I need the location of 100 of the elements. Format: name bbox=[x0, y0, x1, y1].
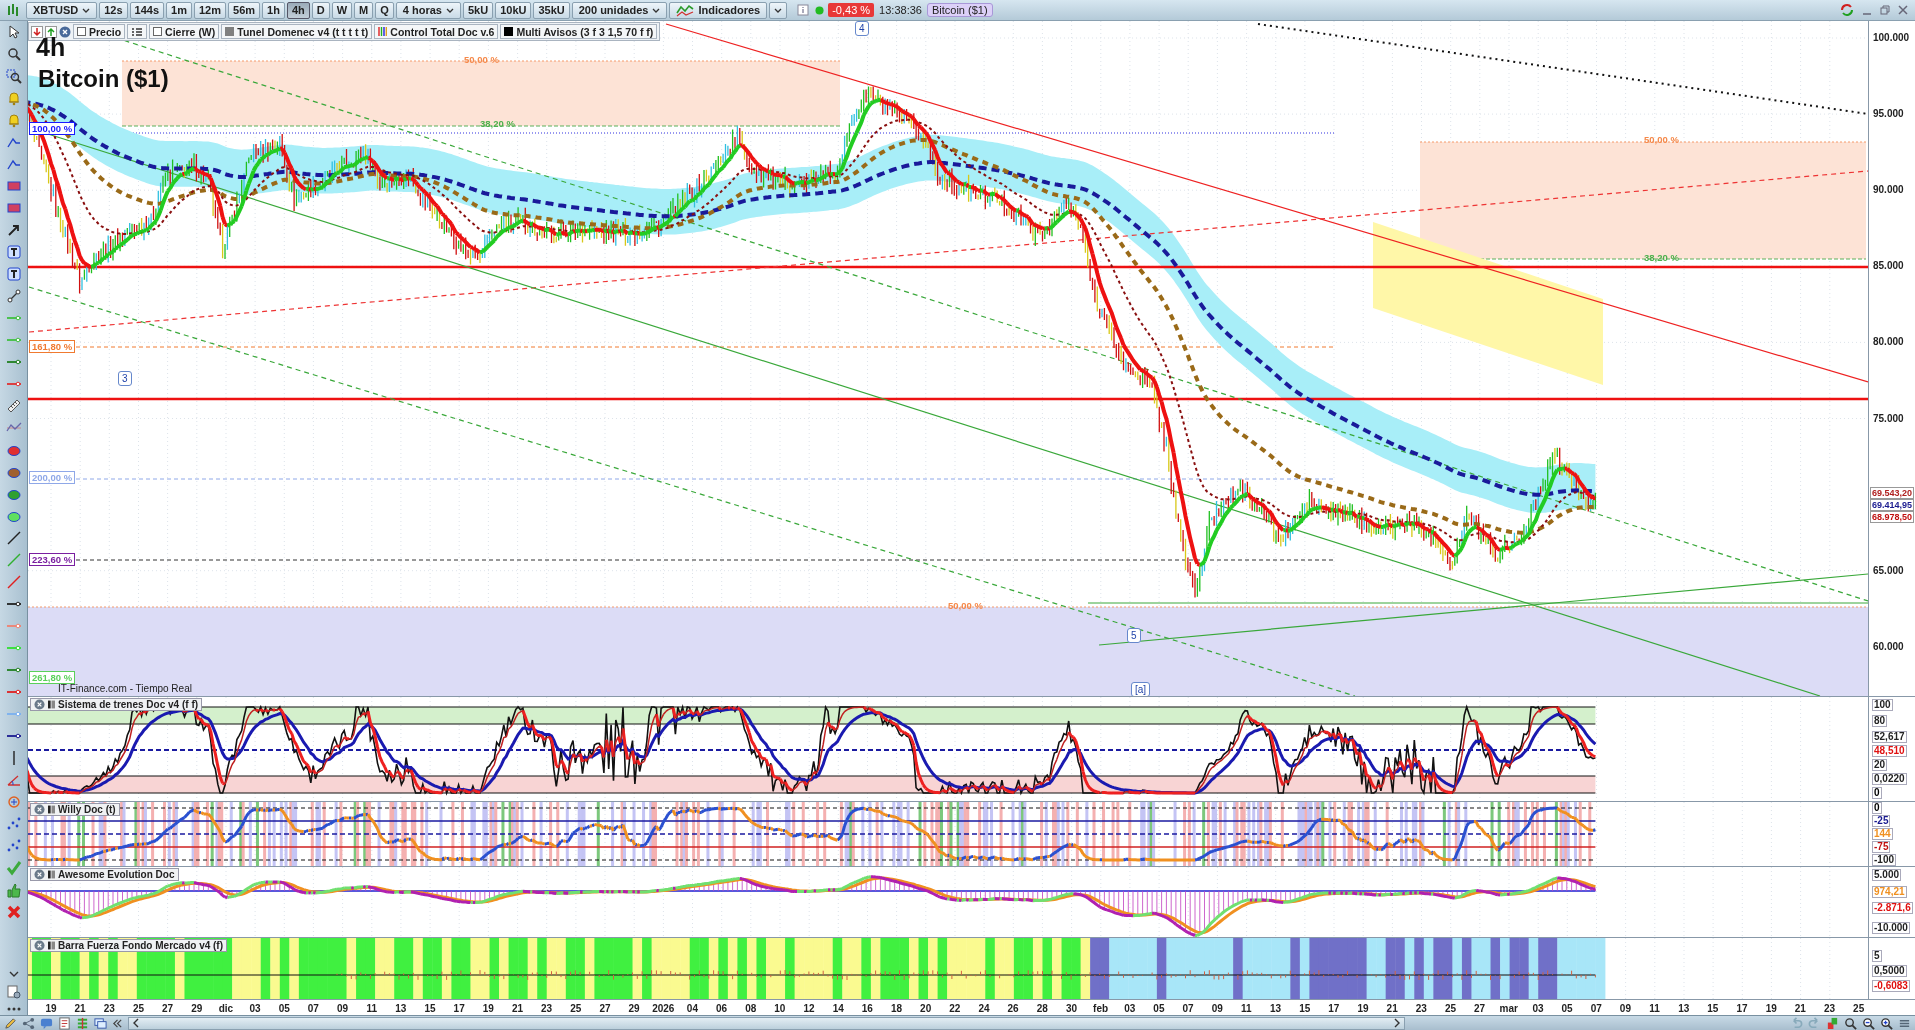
axis-label: -10.000 bbox=[1872, 922, 1910, 934]
timeframe-button[interactable]: M bbox=[354, 1, 374, 19]
price-axis-label: 90.000 bbox=[1873, 184, 1904, 196]
rectangle-icon[interactable] bbox=[5, 178, 22, 194]
scatter-dots-icon[interactable] bbox=[5, 816, 22, 832]
status-dot-icon bbox=[815, 5, 825, 15]
chevron-left-icon[interactable] bbox=[132, 1018, 140, 1028]
date-label: 09 bbox=[1618, 1002, 1632, 1014]
close-icon[interactable] bbox=[59, 25, 71, 38]
fib-level-label: 100,00 % bbox=[29, 122, 76, 135]
share-icon[interactable] bbox=[22, 1016, 35, 1030]
timeframe-button[interactable]: 4h bbox=[286, 1, 310, 19]
list-button[interactable] bbox=[127, 24, 148, 39]
rectangle-icon[interactable] bbox=[5, 200, 22, 216]
close-icon[interactable] bbox=[34, 869, 45, 880]
info-icon[interactable] bbox=[797, 4, 810, 16]
checkbox[interactable] bbox=[77, 27, 86, 36]
date-label: 24 bbox=[977, 1002, 991, 1014]
restore-button[interactable] bbox=[1879, 4, 1891, 16]
ruler-icon[interactable] bbox=[5, 398, 22, 414]
date-label: 23 bbox=[1822, 1002, 1837, 1014]
timeframe-button[interactable]: 144s bbox=[129, 1, 165, 19]
down-arrow-icon[interactable] bbox=[31, 25, 43, 38]
horizontal-scrollbar[interactable] bbox=[128, 1016, 1405, 1030]
legend-toggle[interactable]: Control Total Doc v.6 bbox=[374, 24, 499, 39]
close-button[interactable] bbox=[1897, 4, 1909, 16]
units-dropdown[interactable]: 200 unidades bbox=[571, 1, 668, 19]
volume-button[interactable]: 10kU bbox=[495, 1, 532, 19]
price-axis-label: 65.000 bbox=[1873, 564, 1904, 576]
timeframe-button[interactable]: Q bbox=[375, 1, 394, 19]
target-icon[interactable] bbox=[5, 794, 22, 810]
tools-icon[interactable] bbox=[1826, 1016, 1839, 1030]
pencil-icon[interactable] bbox=[4, 1016, 17, 1030]
timeframe-button[interactable]: W bbox=[331, 1, 353, 19]
legend-toggle[interactable]: Precio bbox=[73, 24, 126, 39]
timeframe-button[interactable]: D bbox=[311, 1, 330, 19]
axis-label: 48,510 bbox=[1872, 745, 1907, 757]
legend-toggle[interactable]: Cierre (W) bbox=[149, 24, 220, 39]
fib-level-label: 161,80 % bbox=[29, 340, 76, 353]
chevron-down-icon[interactable] bbox=[7, 970, 20, 978]
date-label: 21 bbox=[1385, 1002, 1399, 1014]
double-chevron-left-icon[interactable] bbox=[112, 1017, 123, 1029]
segment-icon[interactable] bbox=[5, 288, 22, 304]
date-label: 05 bbox=[277, 1002, 291, 1014]
date-label: 27 bbox=[1473, 1002, 1487, 1014]
date-label: 19 bbox=[1764, 1002, 1778, 1014]
timeframe-button[interactable]: 1m bbox=[166, 1, 192, 19]
dropdown-button[interactable] bbox=[769, 1, 788, 19]
diagonal-line-icon[interactable] bbox=[5, 530, 22, 546]
settings-icon[interactable] bbox=[5, 984, 22, 1000]
instrument-badge: Bitcoin ($1) bbox=[926, 3, 993, 17]
close-icon[interactable] bbox=[34, 804, 45, 815]
axis-label: -0,6083 bbox=[1872, 980, 1910, 992]
zoom-out-icon[interactable] bbox=[1862, 1016, 1875, 1030]
date-label: mar bbox=[1498, 1002, 1519, 1014]
timeframe-button[interactable]: 12s bbox=[99, 1, 128, 19]
price-tag: 69.543,20 bbox=[1870, 487, 1915, 499]
date-label: 13 bbox=[394, 1002, 408, 1014]
zoom-area-icon[interactable] bbox=[5, 68, 22, 84]
checkbox[interactable] bbox=[153, 27, 163, 36]
date-label: 20 bbox=[919, 1002, 933, 1014]
windows-icon[interactable] bbox=[94, 1016, 107, 1030]
zoom-fit-icon[interactable] bbox=[1844, 1016, 1857, 1030]
date-label: 18 bbox=[889, 1002, 904, 1014]
document-icon[interactable] bbox=[58, 1016, 71, 1030]
legend-toggle[interactable]: Tunel Domenec v4 (t t t t t) bbox=[221, 24, 373, 39]
timeframe-button[interactable]: 1h bbox=[262, 1, 285, 19]
checkmark-icon[interactable] bbox=[5, 860, 22, 876]
indicators-button[interactable]: Indicadores bbox=[669, 1, 768, 19]
thumbs-up-icon[interactable] bbox=[5, 882, 22, 898]
levels-icon[interactable] bbox=[76, 1016, 89, 1030]
date-label: 03 bbox=[1531, 1002, 1545, 1014]
more-icon[interactable] bbox=[5, 1006, 22, 1012]
date-label: 21 bbox=[73, 1002, 87, 1014]
price-axis-label: 60.000 bbox=[1873, 640, 1904, 652]
volume-button[interactable]: 35kU bbox=[533, 1, 570, 19]
legend-toggle[interactable]: Multi Avisos (3 f 3 1,5 70 f f) bbox=[500, 24, 658, 39]
chat-icon[interactable] bbox=[40, 1016, 53, 1030]
date-label: 12 bbox=[802, 1002, 816, 1014]
timeframe-button[interactable]: 56m bbox=[228, 1, 261, 19]
up-arrow-icon[interactable] bbox=[45, 25, 57, 38]
refresh-icon[interactable] bbox=[1839, 2, 1855, 18]
chevron-right-icon[interactable] bbox=[1393, 1018, 1401, 1028]
text-box-icon[interactable] bbox=[5, 244, 22, 260]
axis-label: 144 bbox=[1872, 828, 1893, 840]
timeframe-button[interactable]: 12m bbox=[194, 1, 226, 19]
axis-label: -25 bbox=[1872, 815, 1891, 827]
close-icon[interactable] bbox=[34, 699, 45, 710]
axis-label: 0,5000 bbox=[1872, 965, 1907, 977]
price-tag: 68.978,50 bbox=[1870, 511, 1915, 523]
volume-button[interactable]: 5kU bbox=[462, 1, 494, 19]
scatter-dots-icon[interactable] bbox=[5, 838, 22, 854]
close-icon[interactable] bbox=[34, 940, 45, 951]
period-dropdown[interactable]: 4 horas bbox=[395, 1, 461, 19]
date-label: 17 bbox=[1735, 1002, 1749, 1014]
search-icon[interactable] bbox=[5, 46, 22, 62]
cross-icon[interactable] bbox=[5, 904, 22, 920]
zoom-in-icon[interactable] bbox=[1880, 1016, 1893, 1030]
symbol-dropdown[interactable]: XBTUSD bbox=[26, 1, 98, 19]
text-box-icon[interactable] bbox=[5, 266, 22, 282]
